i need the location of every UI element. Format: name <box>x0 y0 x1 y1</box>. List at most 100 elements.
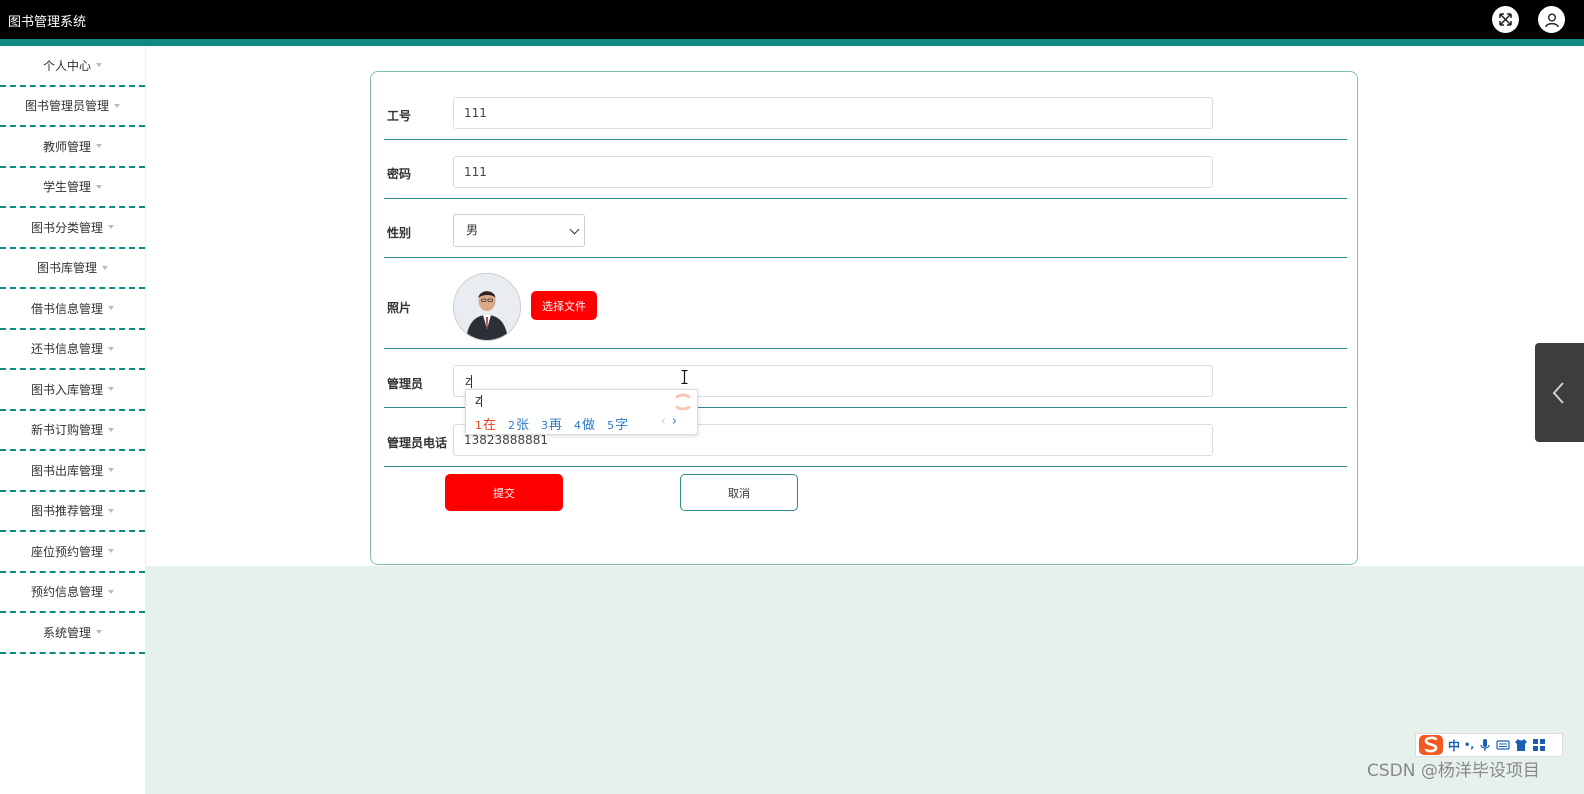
watermark: CSDN @杨洋毕设项目 <box>1367 761 1540 781</box>
caret-down-icon <box>102 265 108 270</box>
ime-punctuation-toggle[interactable]: •, <box>1464 740 1474 751</box>
ime-candidate-number: 1 <box>475 419 482 432</box>
ime-candidate-number: 2 <box>508 419 516 432</box>
ime-candidate[interactable]: 5字 <box>607 414 628 433</box>
password-label: 密码 <box>387 167 412 181</box>
ime-toolbar: 中 •, <box>1415 733 1563 757</box>
ime-composition: z <box>475 393 483 407</box>
caret-down-icon <box>96 63 102 68</box>
ime-candidate-text: 张 <box>516 418 530 433</box>
chevron-right-icon[interactable]: › <box>672 414 677 429</box>
sidebar-item-label: 学生管理 <box>42 180 91 195</box>
ime-page-nav: ‹ › <box>661 414 677 429</box>
sidebar-item-new-order[interactable]: 新书订购管理 <box>0 411 145 451</box>
sidebar-item-label: 图书库管理 <box>36 261 97 276</box>
choose-file-button[interactable]: 选择文件 <box>531 291 597 320</box>
toolbox-grid-icon[interactable] <box>1532 738 1546 752</box>
sidebar-item-label: 教师管理 <box>42 139 91 154</box>
sogou-logo-icon <box>675 393 691 411</box>
sidebar-item-stock-out[interactable]: 图书出库管理 <box>0 451 145 492</box>
submit-button[interactable]: 提交 <box>445 474 563 511</box>
caret-down-icon <box>108 549 114 554</box>
sidebar-item-label: 个人中心 <box>42 58 91 73</box>
ime-candidate[interactable]: 1在 <box>475 414 496 433</box>
app-title: 图书管理系统 <box>8 15 87 30</box>
ime-candidate-number: 5 <box>607 419 615 432</box>
top-bar: 图书管理系统 <box>0 0 1584 39</box>
sidebar-item-personal-center[interactable]: 个人中心 <box>0 46 145 87</box>
chevron-left-icon <box>1552 382 1564 404</box>
caret-down-icon <box>108 387 114 392</box>
caret-down-icon <box>108 225 114 230</box>
ime-candidate-number: 4 <box>574 419 582 432</box>
caret-down-icon <box>108 589 114 594</box>
ime-candidates: 1在 2张 3再 4做 5字 <box>475 414 628 433</box>
ime-caret <box>481 394 483 407</box>
skin-shirt-icon[interactable] <box>1514 738 1528 752</box>
sidebar-item-book-library[interactable]: 图书库管理 <box>0 249 145 289</box>
sidebar-item-label: 图书出库管理 <box>30 463 103 478</box>
cancel-button[interactable]: 取消 <box>680 474 798 511</box>
form-row-password: 密码 111 <box>384 139 1347 199</box>
ime-candidate-popup: z 1在 2张 3再 4做 5字 ‹ › <box>465 389 698 435</box>
keyboard-icon[interactable] <box>1496 738 1510 752</box>
caret-down-icon <box>96 144 102 149</box>
caret-down-icon <box>108 346 114 351</box>
password-input[interactable]: 111 <box>453 156 1213 188</box>
sidebar-item-seat[interactable]: 座位预约管理 <box>0 532 145 573</box>
microphone-icon[interactable] <box>1478 738 1492 752</box>
chevron-down-icon <box>569 224 580 235</box>
sidebar-item-label: 座位预约管理 <box>30 544 103 559</box>
ime-candidate[interactable]: 3再 <box>541 414 562 433</box>
caret-down-icon <box>96 630 102 635</box>
caret-down-icon <box>108 427 114 432</box>
sidebar-item-system[interactable]: 系统管理 <box>0 613 145 654</box>
sidebar-item-book-category[interactable]: 图书分类管理 <box>0 208 145 249</box>
sidebar-item-librarian[interactable]: 图书管理员管理 <box>0 87 145 127</box>
sidebar-item-label: 预约信息管理 <box>30 585 103 600</box>
caret-down-icon <box>108 508 114 513</box>
text-cursor-icon <box>681 370 688 384</box>
form-row-gender: 性别 男 <box>384 198 1347 258</box>
sidebar-item-reservation[interactable]: 预约信息管理 <box>0 573 145 613</box>
fullscreen-icon[interactable] <box>1492 6 1519 33</box>
user-icon[interactable] <box>1538 6 1565 33</box>
chevron-left-icon[interactable]: ‹ <box>661 414 666 429</box>
sidebar-item-label: 图书推荐管理 <box>30 504 103 519</box>
sidebar-item-teacher[interactable]: 教师管理 <box>0 127 145 168</box>
caret-down-icon <box>96 184 102 189</box>
sidebar-item-stock-in[interactable]: 图书入库管理 <box>0 370 145 411</box>
sogou-logo-icon[interactable] <box>1418 734 1444 756</box>
sidebar: 个人中心 图书管理员管理 教师管理 学生管理 图书分类管理 图书库管理 借书信息… <box>0 46 146 794</box>
sidebar-item-label: 图书入库管理 <box>30 382 103 397</box>
ime-candidate-number: 3 <box>541 419 549 432</box>
form-row-employee-id: 工号 111 <box>384 72 1347 140</box>
ime-candidate[interactable]: 4做 <box>574 414 595 433</box>
sidebar-item-label: 系统管理 <box>42 625 91 640</box>
ime-mode-toggle[interactable]: 中 <box>1448 737 1460 754</box>
sidebar-item-return[interactable]: 还书信息管理 <box>0 330 145 370</box>
gender-select[interactable]: 男 <box>453 214 585 247</box>
employee-id-input[interactable]: 111 <box>453 97 1213 129</box>
phone-label: 管理员电话 <box>387 436 448 450</box>
sidebar-item-label: 新书订购管理 <box>30 423 103 438</box>
caret-down-icon <box>114 103 120 108</box>
side-panel-toggle[interactable] <box>1535 343 1584 442</box>
ime-candidate-text: 做 <box>582 418 596 433</box>
caret-down-icon <box>108 306 114 311</box>
form-row-photo: 照片 选择文件 <box>384 257 1347 349</box>
ime-candidate[interactable]: 2张 <box>508 414 529 433</box>
sidebar-item-label: 借书信息管理 <box>30 301 103 316</box>
sidebar-item-label: 还书信息管理 <box>30 342 103 357</box>
ime-candidate-text: 字 <box>615 418 629 433</box>
sidebar-item-borrow[interactable]: 借书信息管理 <box>0 289 145 330</box>
sidebar-item-student[interactable]: 学生管理 <box>0 168 145 208</box>
manager-label: 管理员 <box>387 377 424 391</box>
sidebar-item-recommend[interactable]: 图书推荐管理 <box>0 492 145 532</box>
ime-candidate-text: 再 <box>549 418 563 433</box>
gender-select-value: 男 <box>466 223 479 237</box>
sidebar-item-label: 图书管理员管理 <box>24 99 109 114</box>
text-caret <box>471 375 473 388</box>
header-accent-strip <box>0 39 1584 46</box>
photo-label: 照片 <box>387 301 412 315</box>
